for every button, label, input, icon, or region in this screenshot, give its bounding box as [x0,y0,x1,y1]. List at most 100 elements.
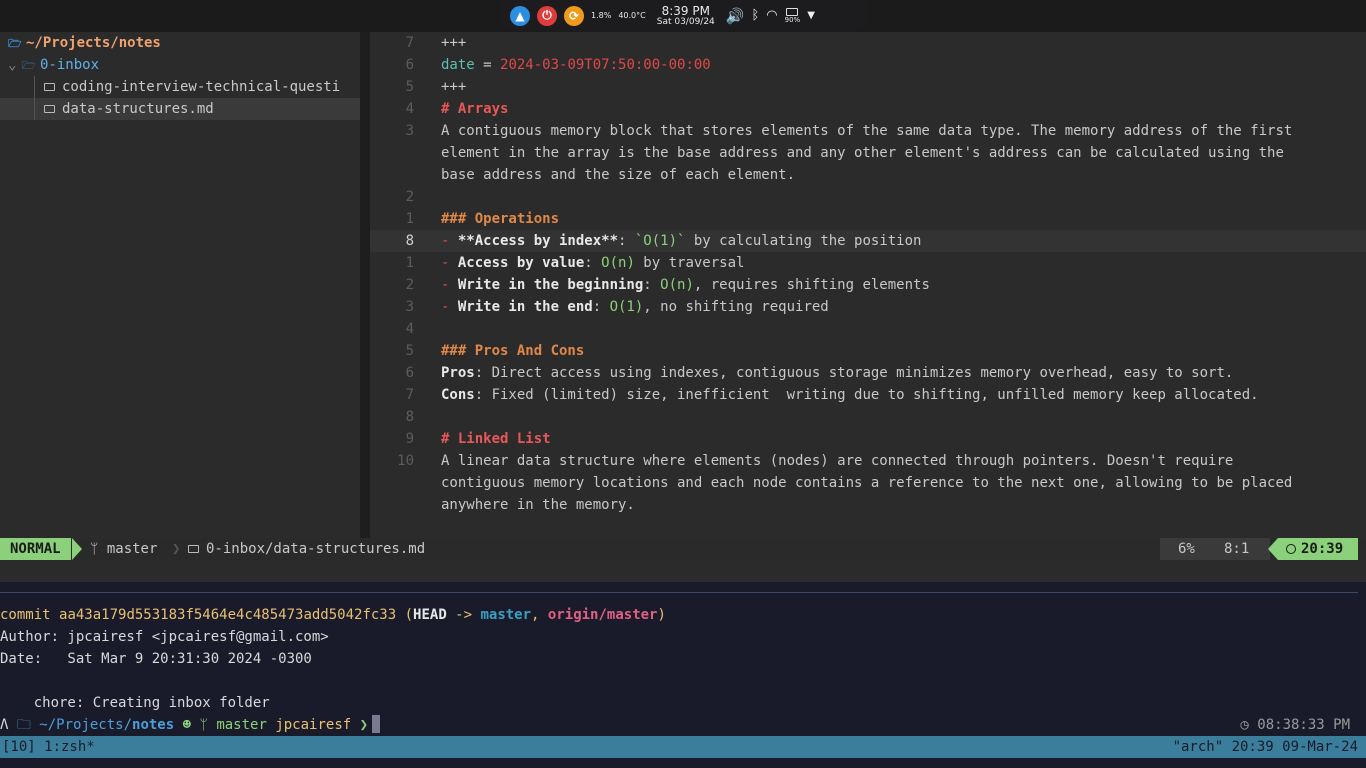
text-token: : [584,255,602,271]
line-text: A contiguous memory block that stores el… [441,120,1292,142]
text-token: , no shifting required [643,299,829,315]
text-token: A linear data structure where elements (… [441,453,1234,469]
editor-line[interactable]: 3 A contiguous memory block that stores e… [370,120,1366,142]
editor-line[interactable]: 2 [370,186,1366,208]
line-text: element in the array is the base address… [441,142,1284,164]
line-text: ### Operations [441,208,559,230]
line-text: A linear data structure where elements (… [441,450,1233,472]
tree-file[interactable]: coding-interview-technical-questi [0,76,360,98]
text-token: - [441,277,458,293]
file-path: 0-inbox/data-structures.md [188,538,425,560]
editor-line-current[interactable]: 8 - **Access by index**: `O(1)` by calcul… [370,230,1366,252]
text-token: contiguous memory locations and each nod… [441,475,1293,491]
tree-root-label: ~/Projects/notes [26,35,161,51]
line-text: - Write in the end: O(1), no shifting re… [441,296,829,318]
git-log-commit-line: commit aa43a179d553183f5464e4c485473add5… [0,604,666,626]
line-text: +++ [441,76,466,98]
chevron-down-icon[interactable]: ▼ [807,10,815,21]
tmux-window-list[interactable]: [10] 1:zsh* [2,736,95,758]
prompt-path: ~/Projects/ [39,717,133,733]
line-number: 2 [405,277,414,293]
bluetooth-icon[interactable]: ᛒ [751,8,759,23]
file-path-label: 0-inbox/data-structures.md [206,541,426,557]
editor-line[interactable]: anywhere in the memory. [370,494,1366,516]
wifi-icon[interactable]: ◠ [766,8,777,23]
line-number: 9 [405,431,414,447]
text-token: Pros [441,365,475,381]
indent-guide [34,76,35,98]
text-token: ### Pros And Cons [441,343,585,359]
text-token: : Fixed (limited) size, inefficient writ… [474,387,1259,403]
editor-line[interactable]: 7 +++ [370,32,1366,54]
line-number: 3 [405,299,414,315]
editor-line[interactable]: 4 # Arrays [370,98,1366,120]
prompt-branch: master [216,717,267,733]
line-number: 8 [405,233,414,249]
chevron-down-icon: ⌄ [8,57,17,73]
mode-indicator: NORMAL [0,538,71,560]
cpu-temperature: 40.0°C [618,11,646,20]
line-text: date = 2024-03-09T07:50:00-00:00 [441,54,711,76]
editor-line[interactable]: 10 A linear data structure where elements… [370,450,1366,472]
line-text: ### Pros And Cons [441,340,584,362]
text-token: : Direct access using indexes, contiguou… [474,365,1234,381]
text-token: : [592,299,610,315]
line-text: - Access by value: O(n) by traversal [441,252,744,274]
text-token: date [441,57,475,73]
editor-line[interactable]: 8 [370,406,1366,428]
editor-line[interactable]: 6 date = 2024-03-09T07:50:00-00:00 [370,54,1366,76]
git-branch-icon: ᛘ [90,541,107,557]
editor-line[interactable]: 1 - Access by value: O(n) by traversal [370,252,1366,274]
tree-folder-0-inbox[interactable]: ⌄ 🗁 0-inbox [0,54,360,76]
terminal-pane[interactable]: commit aa43a179d553183f5464e4c485473add5… [0,582,1366,736]
editor-line[interactable]: base address and the size of each elemen… [370,164,1366,186]
line-number: 6 [405,57,414,73]
clock[interactable]: 8:39 PM Sat 03/09/24 [657,5,715,27]
scroll-percent: 6% [1178,541,1195,557]
editor-buffer[interactable]: 7 +++ 6 date = 2024-03-09T07:50:00-00:00 5 ++… [370,32,1366,538]
text-token: 2024-03-09T07:50:00-00:00 [500,57,711,73]
pane-divider [0,592,1358,593]
git-log-author-line: Author: jpcairesf <jpcairesf@gmail.com> [0,629,329,645]
tree-file-selected[interactable]: data-structures.md [0,98,360,120]
line-text: # Linked List [441,428,551,450]
battery-indicator[interactable]: 90% [785,7,800,24]
text-token: # Arrays [441,101,509,117]
statusline-clock-label: 20:39 [1301,541,1344,557]
editor-line[interactable]: 4 [370,318,1366,340]
editor-line[interactable]: 1 ### Operations [370,208,1366,230]
editor-line[interactable]: 3 - Write in the end: O(1), no shifting r… [370,296,1366,318]
editor-line[interactable]: 2 - Write in the beginning: O(n), require… [370,274,1366,296]
text-token: - [441,255,458,271]
line-text: # Arrays [441,98,508,120]
text-token: ### Operations [441,211,560,227]
editor-line[interactable]: 6 Pros: Direct access using indexes, cont… [370,362,1366,384]
tree-file-label: data-structures.md [62,101,214,117]
volume-icon[interactable]: 🔊 [726,7,745,25]
editor-line[interactable]: 9 # Linked List [370,428,1366,450]
text-token: by calculating the position [685,233,922,249]
line-number: 7 [405,35,414,51]
text-token: anywhere in the memory. [441,497,635,513]
editor-line[interactable]: contiguous memory locations and each nod… [370,472,1366,494]
line-text: - **Access by index**: `O(1)` by calcula… [441,230,921,252]
command-line[interactable] [0,560,1366,582]
editor-line[interactable]: 5 ### Pros And Cons [370,340,1366,362]
window-split-divider[interactable] [360,32,370,538]
prompt-user: jpcairesf [275,717,352,733]
markdown-file-icon [44,83,55,91]
update-icon[interactable]: ⟳ [564,5,584,26]
editor-line[interactable]: 5 +++ [370,76,1366,98]
paren-open: ( [396,607,414,623]
paren-close: ) [657,607,666,623]
tree-root[interactable]: 🗁 ~/Projects/notes [0,32,360,54]
line-text: contiguous memory locations and each nod… [441,472,1292,494]
shell-prompt[interactable]: Λ 🗀 ~/Projects/notes ☻ ᛘ master jpcaires… [0,714,381,736]
arch-launcher-icon[interactable]: ▲ [510,5,530,26]
editor-line[interactable]: element in the array is the base address… [370,142,1366,164]
editor-line[interactable]: 7 Cons: Fixed (limited) size, inefficient… [370,384,1366,406]
editor-line[interactable] [370,516,1366,538]
line-text: +++ [441,32,466,54]
power-icon[interactable]: ⏻ [537,5,557,26]
